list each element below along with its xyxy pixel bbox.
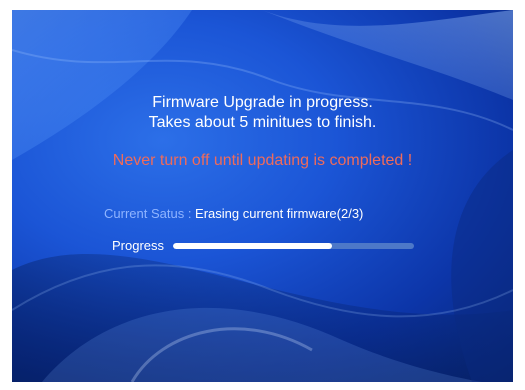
progress-bar [173, 243, 415, 249]
warning-message: Never turn off until updating is complet… [112, 152, 413, 169]
current-status: Current Satus : Erasing current firmware… [104, 206, 363, 222]
progress-bar-fill [173, 243, 333, 249]
progress-label: Progress [112, 238, 165, 253]
background-swirl-decoration [12, 10, 513, 382]
upgrade-title-line1: Firmware Upgrade in progress. [152, 94, 373, 111]
current-status-label: Current Satus [104, 206, 185, 221]
current-status-value: Erasing current firmware(2/3) [195, 206, 364, 221]
firmware-upgrade-screen: Firmware Upgrade in progress. Takes abou… [12, 10, 513, 382]
current-status-separator: : [184, 206, 196, 221]
upgrade-title: Firmware Upgrade in progress. Takes abou… [12, 93, 513, 133]
upgrade-title-line2: Takes about 5 minitues to finish. [148, 114, 377, 131]
progress-row: Progress [112, 238, 415, 254]
